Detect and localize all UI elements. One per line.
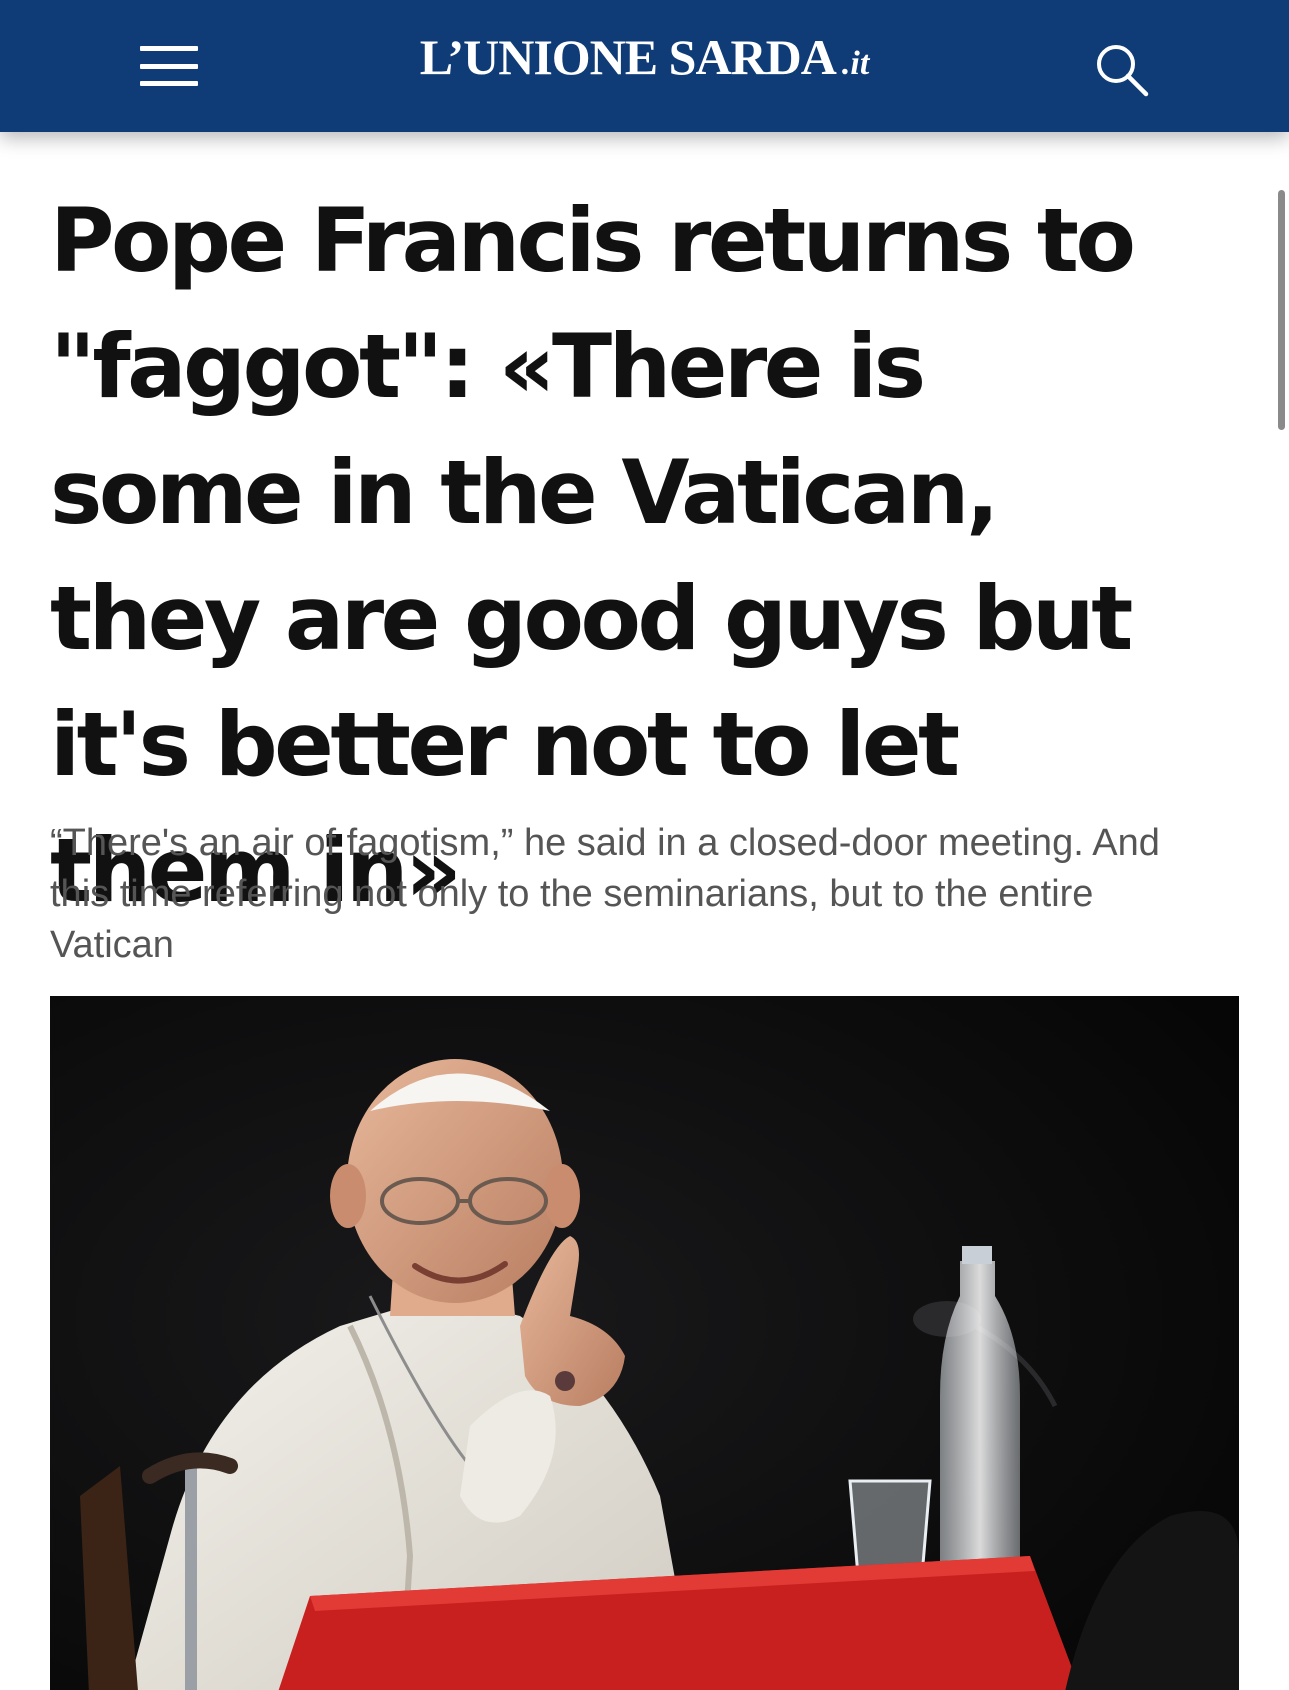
site-logo-text[interactable]: L’UNIONE SARDA (420, 29, 837, 85)
site-logo-tld: .it (841, 45, 870, 82)
search-icon (1097, 45, 1149, 97)
hamburger-menu-icon-bar (140, 63, 198, 69)
site-header: L’UNIONE SARDA .it (0, 0, 1289, 132)
scrollbar[interactable] (1275, 132, 1289, 1690)
hamburger-menu-icon-bar (140, 81, 198, 86)
menu-button[interactable] (140, 46, 198, 86)
article-photo (50, 996, 1239, 1690)
search-button[interactable] (1094, 42, 1150, 98)
article-photo-image (50, 996, 1239, 1690)
article-page: L’UNIONE SARDA .it Pope Francis returns t… (0, 0, 1289, 1690)
hamburger-menu-icon (140, 46, 198, 51)
article-subtitle: “There's an air of fagotism,” he said in… (50, 822, 1160, 966)
scrollbar-thumb[interactable] (1278, 190, 1285, 430)
